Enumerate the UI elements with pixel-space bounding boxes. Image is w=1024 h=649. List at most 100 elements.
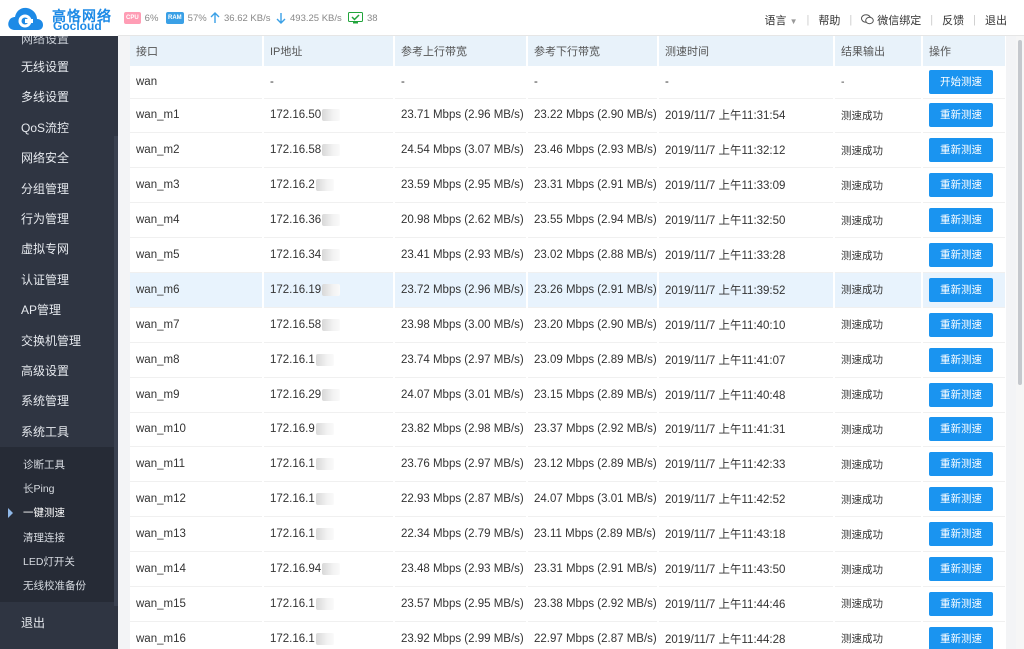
interface-cell-text: wan_m11 (136, 458, 186, 471)
sidebar-item-switch[interactable]: 交换机管理 (0, 326, 118, 356)
upload-speed: 36.62 KB/s (224, 12, 271, 24)
sub-item-wireless-calibration[interactable]: 无线校准备份 (0, 574, 118, 598)
sidebar-item-behavior[interactable]: 行为管理 (0, 204, 118, 234)
ip-cell: 172.16.34 (263, 237, 395, 273)
sub-item-speed-test-label: 一键测速 (23, 507, 65, 520)
wechat-bind-link[interactable]: 微信绑定 (852, 12, 930, 28)
sidebar-item-network[interactable]: 网络设置 (0, 36, 118, 52)
table-row: wan_m1 172.16.50 23.71 Mbps (2.96 MB/s) 23.… (130, 98, 1006, 134)
retest-button[interactable]: 重新测速 (929, 452, 993, 477)
ip-cell: 172.16.1 (263, 621, 395, 649)
sidebar-item-qos[interactable]: QoS流控 (0, 113, 118, 143)
retest-button[interactable]: 重新测速 (929, 591, 993, 616)
logout-link[interactable]: 退出 (976, 12, 1016, 28)
retest-button[interactable]: 重新测速 (929, 487, 993, 512)
table-row: wan_m8 172.16.1 23.74 Mbps (2.97 MB/s) 23.0… (130, 342, 1006, 378)
sub-item-clear-connections[interactable]: 清理连接 (0, 526, 118, 550)
sidebar-logout[interactable]: 退出 (0, 608, 118, 638)
interface-cell: wan_m5 (130, 237, 264, 273)
logo[interactable]: 高恪网络 Gocloud (0, 0, 118, 36)
monitor-check-icon (348, 12, 363, 24)
help-link[interactable]: 帮助 (809, 12, 849, 28)
retest-button[interactable]: 重新测速 (929, 417, 993, 442)
time-cell-text: 2019/11/7 上午11:42:33 (665, 459, 786, 472)
sidebar-item-ap[interactable]: AP管理 (0, 295, 118, 325)
retest-button[interactable]: 重新测速 (929, 243, 993, 267)
retest-button[interactable]: 重新测速 (929, 103, 993, 128)
language-label: 语言 (764, 15, 787, 27)
sub-item-led-switch[interactable]: LED灯开关 (0, 550, 118, 574)
column-header-ip: IP地址 (263, 36, 395, 66)
main-scrollbar[interactable] (1016, 36, 1024, 649)
ip-cell: 172.16.50 (263, 98, 395, 134)
time-cell-text: 2019/11/7 上午11:33:28 (665, 250, 786, 262)
result-cell-text: - (841, 75, 845, 88)
interface-cell-text: wan_m15 (136, 597, 186, 610)
ip-cell-text: 172.16.1 (270, 353, 315, 366)
upload-cell-text: 23.98 Mbps (3.00 MB/s) (401, 318, 524, 331)
retest-button[interactable]: 重新测速 (929, 312, 993, 337)
interface-cell-text: wan_m8 (136, 353, 180, 366)
ip-cell-text: 172.16.34 (270, 249, 322, 262)
retest-button[interactable]: 重新测速 (929, 277, 993, 302)
result-cell: 测速成功 (834, 307, 923, 343)
upload-cell-text: 23.72 Mbps (2.96 MB/s) (401, 283, 524, 296)
action-cell: 重新测速 (922, 167, 1006, 204)
time-cell-text: 2019/11/7 上午11:41:07 (665, 354, 786, 367)
download-cell-text: 23.38 Mbps (2.92 MB/s) (534, 597, 657, 610)
table-row: wan_m2 172.16.58 24.54 Mbps (3.07 MB/s) 23.… (130, 132, 1006, 169)
retest-button[interactable]: 重新测速 (929, 347, 993, 372)
result-cell: 测速成功 (834, 98, 923, 134)
ip-cell-text: 172.16.1 (270, 493, 315, 506)
sidebar-item-groups[interactable]: 分组管理 (0, 174, 118, 204)
start-test-button[interactable]: 开始测速 (929, 69, 993, 94)
table-row: wan_m16 172.16.1 23.92 Mbps (2.99 MB/s) 22.… (130, 621, 1006, 649)
sidebar-item-auth[interactable]: 认证管理 (0, 265, 118, 295)
sidebar-item-tools[interactable]: 系统工具 (0, 417, 118, 447)
upload-cell: 23.71 Mbps (2.96 MB/s) (394, 98, 528, 134)
interface-cell: wan_m8 (130, 342, 264, 378)
download-cell-text: 23.46 Mbps (2.93 MB/s) (534, 144, 657, 157)
upload-cell: 23.76 Mbps (2.97 MB/s) (394, 446, 528, 483)
retest-button[interactable]: 重新测速 (929, 522, 993, 547)
ip-cell: 172.16.29 (263, 377, 395, 413)
interface-cell-text: wan_m6 (136, 283, 180, 296)
ip-cell-text: 172.16.1 (270, 632, 315, 645)
interface-cell: wan_m4 (130, 202, 264, 239)
ip-cell-text: 172.16.2 (270, 179, 315, 192)
main-scrollbar-thumb[interactable] (1018, 40, 1022, 385)
sidebar-item-multiline[interactable]: 多线设置 (0, 82, 118, 112)
sub-item-diagnostics[interactable]: 诊断工具 (0, 453, 118, 477)
retest-button[interactable]: 重新测速 (929, 173, 993, 198)
result-cell: 测速成功 (834, 167, 923, 204)
redacted-ip-mask (322, 109, 341, 122)
retest-button[interactable]: 重新测速 (929, 208, 993, 233)
language-dropdown[interactable]: 语言 ▼ (756, 12, 807, 28)
retest-button[interactable]: 重新测速 (929, 138, 993, 163)
sidebar-item-advanced[interactable]: 高级设置 (0, 356, 118, 386)
sub-item-speed-test[interactable]: 一键测速 (0, 501, 118, 525)
retest-button[interactable]: 重新测速 (929, 382, 993, 407)
result-cell-text: 测速成功 (841, 528, 883, 541)
sidebar-item-system[interactable]: 系统管理 (0, 386, 118, 416)
download-cell-text: 24.07 Mbps (3.01 MB/s) (534, 493, 657, 506)
sidebar-item-security[interactable]: 网络安全 (0, 143, 118, 173)
retest-button[interactable]: 重新测速 (929, 626, 993, 649)
sidebar-item-vpn[interactable]: 虚拟专网 (0, 234, 118, 264)
action-cell: 重新测速 (922, 412, 1006, 448)
time-cell: 2019/11/7 上午11:44:46 (658, 586, 835, 622)
table-row: wan_m14 172.16.94 23.48 Mbps (2.93 MB/s) 23… (130, 551, 1006, 587)
sidebar-item-wireless[interactable]: 无线设置 (0, 52, 118, 82)
retest-button[interactable]: 重新测速 (929, 557, 993, 582)
cpu-stat: CPU 6% (124, 12, 158, 24)
feedback-link[interactable]: 反馈 (933, 12, 973, 28)
download-cell: 22.97 Mbps (2.87 MB/s) (527, 621, 659, 649)
result-cell: 测速成功 (834, 272, 923, 308)
result-cell-text: 测速成功 (841, 144, 883, 157)
interface-cell: wan_m3 (130, 167, 264, 204)
time-cell-text: 2019/11/7 上午11:41:31 (665, 424, 786, 437)
download-cell: 23.38 Mbps (2.92 MB/s) (527, 586, 659, 622)
interface-cell: wan_m11 (130, 446, 264, 483)
redacted-ip-mask (315, 179, 334, 192)
sub-item-long-ping[interactable]: 长Ping (0, 477, 118, 501)
